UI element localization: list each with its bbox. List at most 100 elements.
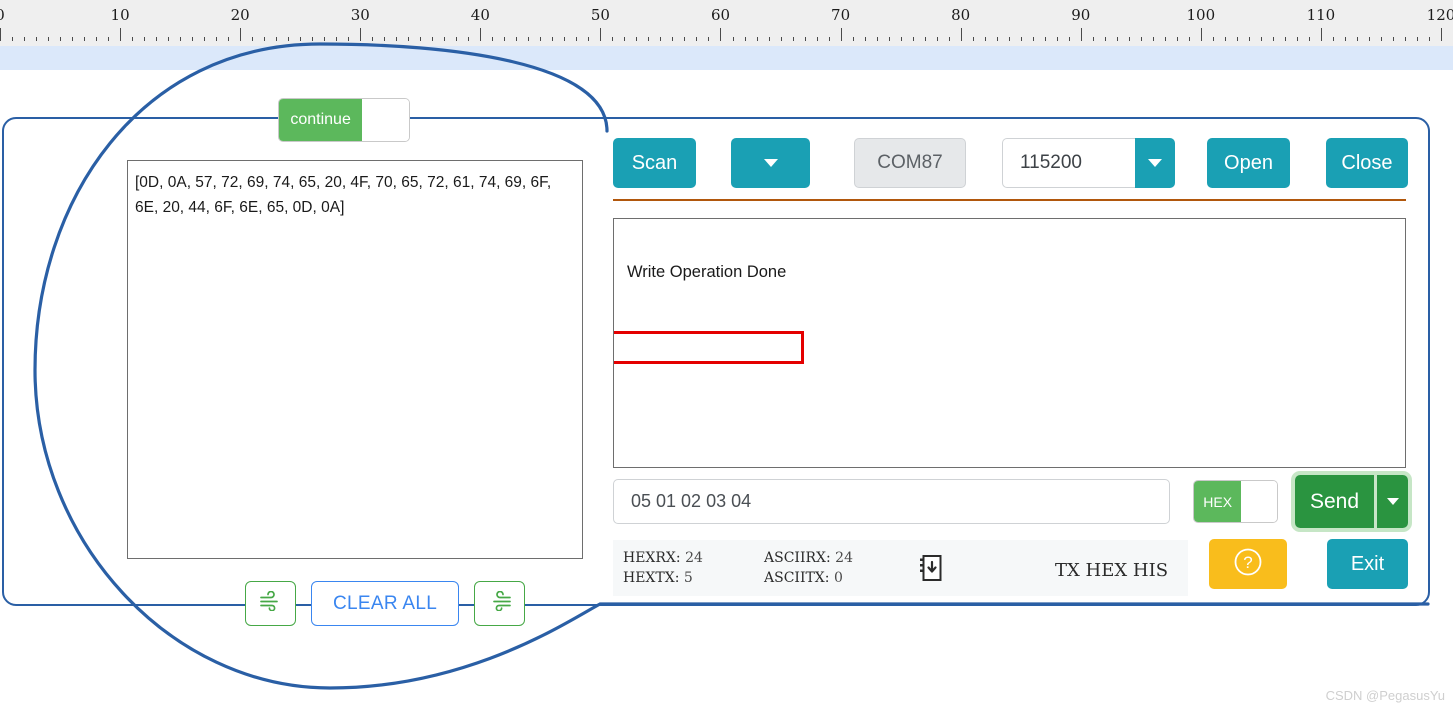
ruler-tick bbox=[1080, 28, 1082, 41]
ruler-tick bbox=[444, 37, 446, 41]
baudrate-value[interactable]: 115200 bbox=[1002, 138, 1135, 188]
ruler-tick bbox=[156, 37, 158, 41]
ruler-tick bbox=[1056, 37, 1058, 41]
ruler-tick bbox=[0, 28, 1, 41]
ruler-tick bbox=[708, 37, 710, 41]
ruler-tick bbox=[336, 37, 338, 41]
ruler-tick bbox=[1140, 37, 1142, 41]
ruler-label: 30 bbox=[350, 6, 370, 24]
ruler-label: 60 bbox=[710, 6, 731, 24]
save-to-file-icon[interactable] bbox=[918, 554, 944, 582]
hextx-label: HEXTX: bbox=[623, 570, 680, 586]
close-port-button[interactable]: Close bbox=[1326, 138, 1408, 188]
ruler-label: 10 bbox=[110, 6, 130, 24]
ruler-tick bbox=[924, 37, 926, 41]
ruler-label: 110 bbox=[1306, 6, 1336, 24]
asciirx-value: 24 bbox=[835, 550, 853, 566]
hex-mode-toggle[interactable]: HEX bbox=[1193, 480, 1278, 523]
ruler-tick bbox=[636, 37, 638, 41]
ruler-tick bbox=[552, 37, 554, 41]
ruler-tick bbox=[1116, 37, 1118, 41]
scan-button[interactable]: Scan bbox=[613, 138, 696, 188]
ruler-tick bbox=[828, 37, 830, 41]
ruler-tick bbox=[672, 37, 674, 41]
exit-button[interactable]: Exit bbox=[1327, 539, 1408, 589]
baudrate-select[interactable]: 115200 bbox=[1002, 138, 1175, 188]
ruler-tick bbox=[192, 37, 194, 41]
asciitx-row: ASCIITX: 0 bbox=[764, 570, 853, 586]
ruler-tick bbox=[948, 37, 950, 41]
baudrate-dropdown-button[interactable] bbox=[1135, 138, 1175, 188]
watermark: CSDN @PegasusYu bbox=[1325, 688, 1445, 703]
ruler-tick bbox=[396, 37, 398, 41]
ruler-label: 50 bbox=[590, 6, 610, 24]
ruler-tick bbox=[1032, 37, 1034, 41]
ruler-tick bbox=[312, 37, 314, 41]
clear-all-label: CLEAR ALL bbox=[333, 592, 438, 614]
ruler-tick bbox=[1356, 37, 1358, 41]
ruler-tick bbox=[360, 28, 362, 41]
clear-receive-button[interactable] bbox=[245, 581, 296, 626]
ruler-tick bbox=[612, 37, 614, 41]
ruler-tick bbox=[564, 37, 566, 41]
send-button-group: Send bbox=[1295, 475, 1408, 528]
ruler-label: 70 bbox=[831, 6, 851, 24]
ruler-tick bbox=[540, 37, 542, 41]
ruler-tick bbox=[1104, 37, 1106, 41]
send-button[interactable]: Send bbox=[1295, 475, 1374, 528]
ruler-tick bbox=[804, 37, 806, 41]
terminal-output[interactable]: Write Operation Done bbox=[613, 218, 1406, 468]
question-circle-icon: ? bbox=[1233, 547, 1263, 582]
ruler-label: 100 bbox=[1186, 6, 1216, 24]
wind-icon bbox=[487, 590, 513, 616]
ascii-counters: ASCIIRX: 24 ASCIITX: 0 bbox=[764, 550, 853, 586]
receive-actions: CLEAR ALL bbox=[245, 581, 526, 626]
ruler-tick bbox=[780, 37, 782, 41]
ruler-label: 90 bbox=[1071, 6, 1091, 24]
port-field[interactable]: COM87 bbox=[854, 138, 966, 188]
ruler-tick bbox=[660, 37, 662, 41]
continue-toggle[interactable]: continue bbox=[278, 98, 410, 142]
open-label: Open bbox=[1224, 151, 1273, 174]
send-input-value: 05 01 02 03 04 bbox=[631, 491, 752, 511]
continue-toggle-track bbox=[362, 99, 409, 141]
clear-all-button[interactable]: CLEAR ALL bbox=[311, 581, 460, 626]
ruler-tick bbox=[432, 37, 434, 41]
ruler-tick bbox=[732, 37, 734, 41]
port-dropdown-button[interactable] bbox=[731, 138, 810, 188]
ruler-tick bbox=[840, 28, 842, 41]
ruler-tick bbox=[180, 37, 182, 41]
ruler-tick bbox=[1392, 37, 1394, 41]
ruler-tick bbox=[468, 37, 470, 41]
ruler-tick bbox=[756, 37, 758, 41]
ruler-tick bbox=[372, 37, 374, 41]
open-port-button[interactable]: Open bbox=[1207, 138, 1290, 188]
ruler-tick bbox=[1272, 37, 1274, 41]
ruler-tick bbox=[720, 28, 722, 41]
ruler-label: 0 bbox=[0, 6, 5, 24]
receive-textarea[interactable]: [0D, 0A, 57, 72, 69, 74, 65, 20, 4F, 70,… bbox=[127, 160, 583, 559]
tx-hex-history-label[interactable]: TX HEX HIS bbox=[1055, 560, 1168, 581]
ruler-tick bbox=[48, 37, 50, 41]
hex-toggle-track bbox=[1241, 481, 1277, 522]
ruler-tick bbox=[1332, 37, 1334, 41]
svg-text:?: ? bbox=[1243, 553, 1252, 572]
ruler-tick bbox=[1200, 28, 1202, 41]
send-dropdown-button[interactable] bbox=[1374, 475, 1408, 528]
ruler-tick bbox=[1440, 28, 1442, 41]
ruler-tick bbox=[1008, 37, 1010, 41]
clear-send-button[interactable] bbox=[474, 581, 526, 626]
ruler-tick bbox=[1428, 37, 1430, 41]
help-button[interactable]: ? bbox=[1209, 539, 1287, 589]
send-input[interactable]: 05 01 02 03 04 bbox=[613, 479, 1170, 524]
scan-label: Scan bbox=[631, 151, 678, 174]
ruler-tick bbox=[1320, 28, 1322, 41]
ruler-tick bbox=[492, 37, 494, 41]
ruler-tick bbox=[864, 37, 866, 41]
ruler-tick bbox=[516, 37, 518, 41]
ruler-tick bbox=[1308, 37, 1310, 41]
ruler-tick bbox=[1212, 37, 1214, 41]
ruler-tick bbox=[1020, 37, 1022, 41]
ruler-tick bbox=[456, 37, 458, 41]
hexrx-value: 24 bbox=[685, 550, 703, 566]
